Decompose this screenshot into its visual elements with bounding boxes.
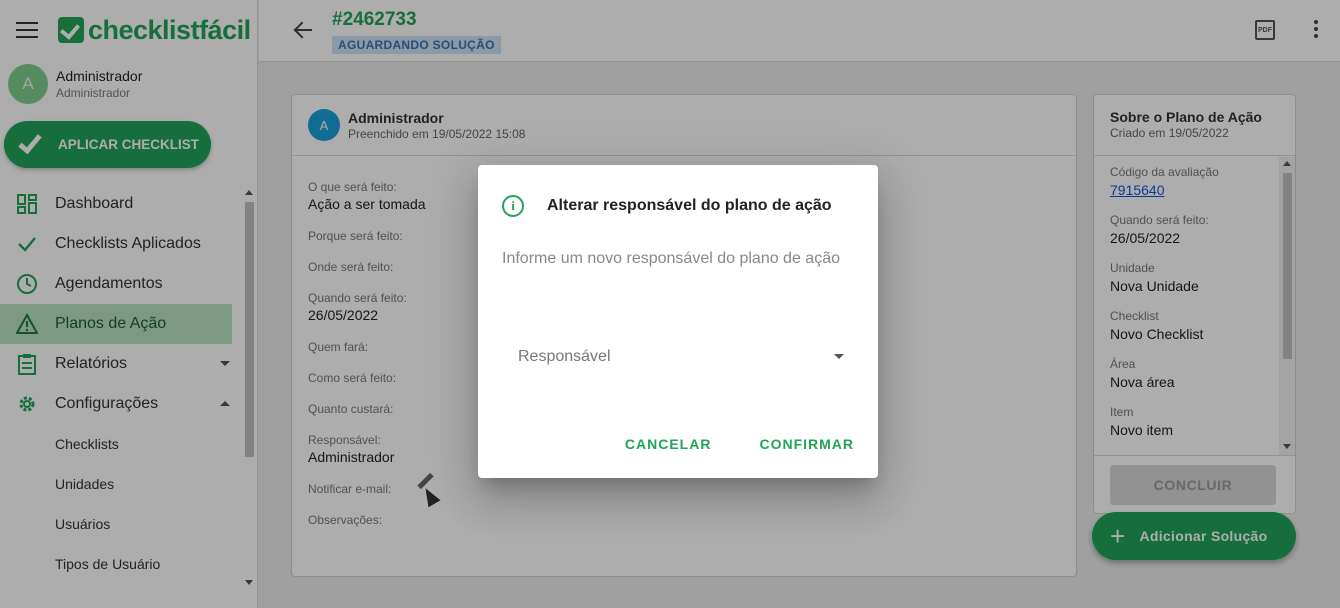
dialog-title-row: i Alterar responsável do plano de ação	[502, 195, 832, 217]
change-responsible-dialog: i Alterar responsável do plano de ação I…	[478, 165, 878, 478]
dialog-description: Informe um novo responsável do plano de …	[502, 250, 840, 267]
dialog-actions: CANCELAR CONFIRMAR	[585, 430, 862, 458]
chevron-down-icon	[834, 354, 844, 359]
cancel-button[interactable]: CANCELAR	[617, 430, 720, 458]
select-placeholder: Responsável	[518, 348, 611, 365]
responsible-select[interactable]: Responsável	[502, 335, 854, 379]
dialog-title: Alterar responsável do plano de ação	[547, 197, 832, 214]
confirm-button[interactable]: CONFIRMAR	[751, 430, 862, 458]
info-icon: i	[502, 195, 524, 217]
